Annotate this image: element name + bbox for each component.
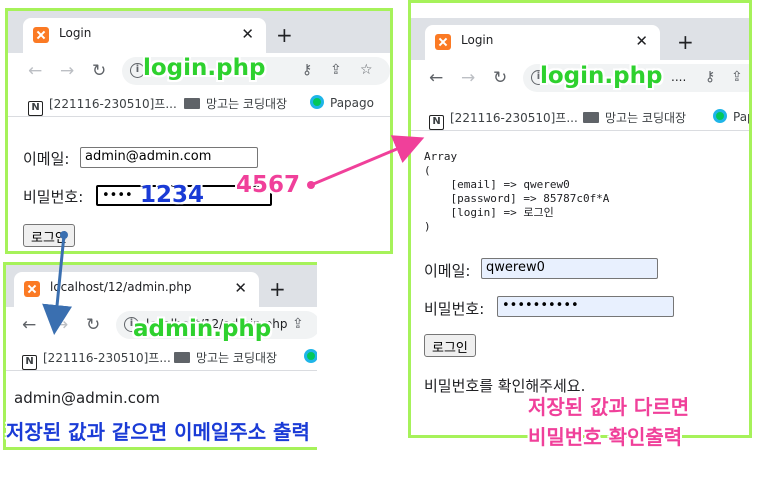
forward-icon[interactable]: → (461, 68, 475, 88)
tab-title: Login (461, 33, 494, 47)
star-icon[interactable]: ☆ (360, 62, 373, 78)
bookmark-papago[interactable]: Papa (713, 109, 749, 124)
address-url: .... (671, 70, 687, 84)
login-button[interactable]: 로그인 (424, 334, 476, 357)
share-icon[interactable]: ⇪ (292, 316, 304, 332)
monitor-icon (583, 112, 599, 123)
back-icon[interactable]: ← (28, 61, 42, 81)
label-login-php-left: login.php (143, 55, 266, 81)
monitor-icon (174, 352, 190, 363)
forward-icon[interactable]: → (54, 315, 68, 335)
close-tab-icon[interactable]: ✕ (635, 32, 648, 50)
key-icon[interactable]: ⚷ (302, 62, 312, 78)
back-icon[interactable]: ← (22, 315, 36, 335)
bookmarks-bar: N[221116-230510]프... 망고는 코딩대장 Papa (411, 103, 749, 131)
bookmark-notion[interactable]: N [221116-230510]프... (22, 349, 171, 370)
bookmark-papago[interactable] (304, 349, 317, 364)
bookmark-mango[interactable]: 망고는 코딩대장 (174, 349, 277, 366)
caption-diff-line1: 저장된 값과 다르면 (528, 395, 690, 419)
reload-icon[interactable]: ↻ (92, 61, 106, 81)
reload-icon[interactable]: ↻ (493, 68, 507, 88)
email-input[interactable]: qwerew0 (481, 258, 658, 279)
email-input[interactable]: admin@admin.com (80, 147, 258, 168)
new-tab-icon[interactable]: + (677, 30, 694, 54)
back-icon[interactable]: ← (429, 68, 443, 88)
label-pw-1234: 1234 (140, 182, 205, 208)
key-icon[interactable]: ⚷ (705, 69, 715, 85)
login-button[interactable]: 로그인 (23, 224, 75, 247)
xampp-favicon-icon (435, 34, 451, 50)
forward-icon[interactable]: → (60, 61, 74, 81)
reload-icon[interactable]: ↻ (86, 315, 100, 335)
tab-title: Login (59, 26, 92, 40)
password-input[interactable]: •••••••••• (497, 296, 674, 317)
papago-icon (713, 109, 727, 123)
xampp-favicon-icon (24, 281, 40, 297)
bookmark-mango[interactable]: 망고는 코딩대장 (184, 95, 287, 112)
new-tab-icon[interactable]: + (269, 277, 286, 301)
bookmark-notion[interactable]: N [221116-230510]프... (28, 95, 177, 116)
admin-email-output: admin@admin.com (14, 389, 160, 407)
tab-title: localhost/12/admin.php (50, 280, 192, 294)
monitor-icon (184, 98, 200, 109)
login-window-left: Login ✕ + ← → ↻ i lo... ⚷ ⇪ ☆ N [221116-2… (5, 8, 393, 254)
bookmark-papago[interactable]: Papago (310, 95, 374, 110)
label-pw-4567: 4567 (236, 172, 301, 198)
bookmarks-bar: N [221116-230510]프... 망고는 코딩대장 (6, 343, 317, 371)
caption-same-value: 저장된 값과 같으면 이메일주소 출력 (6, 420, 310, 444)
bookmark-notion[interactable]: N [221116-230510]프... (429, 109, 578, 130)
notion-icon: N (22, 355, 37, 370)
tab-admin[interactable]: localhost/12/admin.php ✕ (14, 272, 259, 307)
papago-icon (310, 95, 324, 109)
close-tab-icon[interactable]: ✕ (241, 25, 254, 43)
papago-icon (304, 349, 317, 363)
email-label: 이메일: (23, 150, 70, 168)
email-label: 이메일: (424, 262, 471, 280)
caption-diff-line2: 비밀번호 확인출력 (528, 425, 683, 449)
password-label: 비밀번호: (23, 188, 84, 206)
bookmarks-bar: N [221116-230510]프... 망고는 코딩대장 Papago (8, 89, 390, 117)
debug-output: Array ( [email] => qwerew0 [password] =>… (424, 150, 610, 233)
notion-icon: N (429, 115, 444, 130)
share-icon[interactable]: ⇪ (330, 62, 342, 78)
notion-icon: N (28, 101, 43, 116)
tab-login[interactable]: Login ✕ (425, 25, 660, 60)
label-admin-php: admin.php (133, 316, 272, 342)
password-label: 비밀번호: (424, 300, 485, 318)
tab-login[interactable]: Login ✕ (23, 18, 266, 53)
xampp-favicon-icon (33, 27, 49, 43)
share-icon[interactable]: ⇪ (731, 69, 743, 85)
label-login-php-right: login.php (540, 63, 663, 89)
bookmark-mango[interactable]: 망고는 코딩대장 (583, 109, 686, 126)
new-tab-icon[interactable]: + (276, 23, 293, 47)
close-tab-icon[interactable]: ✕ (234, 279, 247, 297)
